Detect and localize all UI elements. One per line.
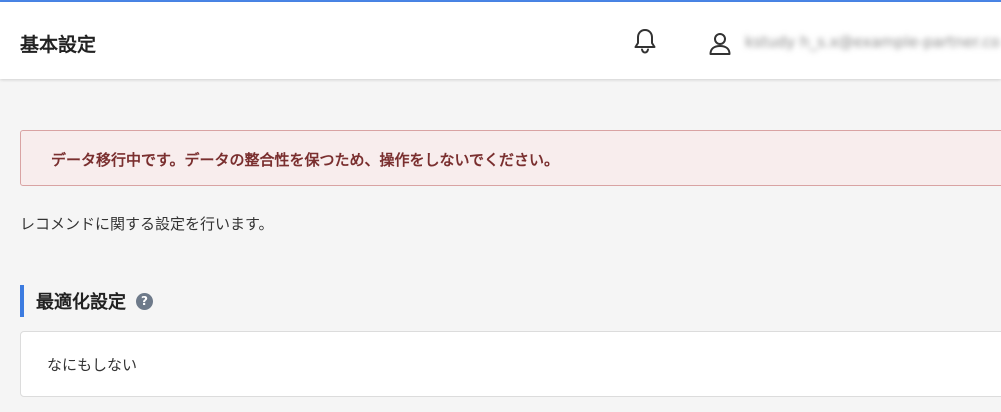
- selected-option-label: なにもしない: [47, 356, 138, 374]
- question-circle-icon[interactable]: ?: [136, 292, 153, 310]
- page-description: レコメンドに関する設定を行います。: [20, 215, 274, 233]
- migration-alert: データ移行中です。データの整合性を保つため、操作をしないでください。: [20, 130, 1001, 186]
- alert-message: データ移行中です。データの整合性を保つため、操作をしないでください。: [51, 151, 560, 169]
- optimization-option-select[interactable]: なにもしない: [20, 331, 1001, 397]
- user-icon[interactable]: [707, 31, 733, 57]
- user-name[interactable]: kstudy h_s.x@example-partner.com: [745, 33, 1001, 53]
- section-title: 最適化設定: [36, 292, 126, 313]
- page-title: 基本設定: [20, 34, 97, 56]
- optimization-section-heading: 最適化設定 ?: [20, 285, 153, 317]
- app-header: 基本設定 kstudy h_s.x@example-partner.com: [0, 2, 1001, 79]
- bell-icon[interactable]: [632, 27, 658, 55]
